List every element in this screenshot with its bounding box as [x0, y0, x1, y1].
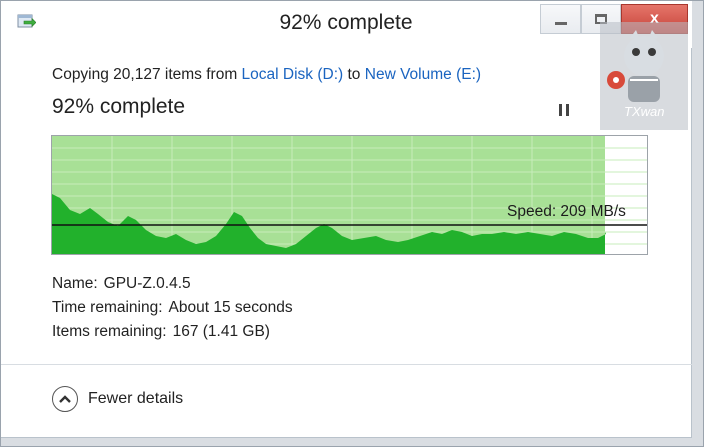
fewer-details-label: Fewer details [88, 390, 184, 407]
copy-progress-window: 92% complete x TXwan Copying 20,127 item… [0, 0, 692, 438]
destination-link[interactable]: New Volume (E:) [365, 66, 481, 83]
time-remaining-value: About 15 seconds [168, 299, 293, 316]
minimize-icon [554, 21, 567, 25]
fewer-details-button[interactable]: Fewer details [52, 386, 183, 412]
watermark-text: TXwan [624, 104, 665, 119]
pause-button[interactable] [558, 104, 570, 116]
footer-divider [0, 364, 692, 365]
name-row: Name: GPU-Z.0.4.5 [52, 272, 293, 296]
source-link[interactable]: Local Disk (D:) [242, 66, 344, 83]
speed-chart-graphic [52, 136, 647, 254]
details-panel: Name: GPU-Z.0.4.5 Time remaining: About 15… [52, 272, 293, 344]
minimize-button[interactable] [540, 4, 581, 34]
name-value: GPU-Z.0.4.5 [103, 275, 191, 292]
chevron-up-icon [52, 386, 78, 412]
speed-label: Speed: 209 MB/s [507, 203, 626, 220]
items-remaining-value: 167 (1.41 GB) [172, 323, 270, 340]
to-word: to [347, 66, 361, 83]
copy-summary: Copying 20,127 items from Local Disk (D:… [52, 66, 481, 84]
percent-complete: 92% complete [52, 95, 186, 118]
items-remaining-key: Items remaining: [52, 323, 167, 340]
transfer-speed-chart [51, 135, 648, 255]
time-remaining-key: Time remaining: [52, 299, 163, 316]
pause-icon [559, 104, 562, 116]
name-key: Name: [52, 275, 98, 292]
items-remaining-row: Items remaining: 167 (1.41 GB) [52, 320, 293, 344]
time-remaining-row: Time remaining: About 15 seconds [52, 296, 293, 320]
copy-prefix: Copying 20,127 items from [52, 66, 238, 83]
